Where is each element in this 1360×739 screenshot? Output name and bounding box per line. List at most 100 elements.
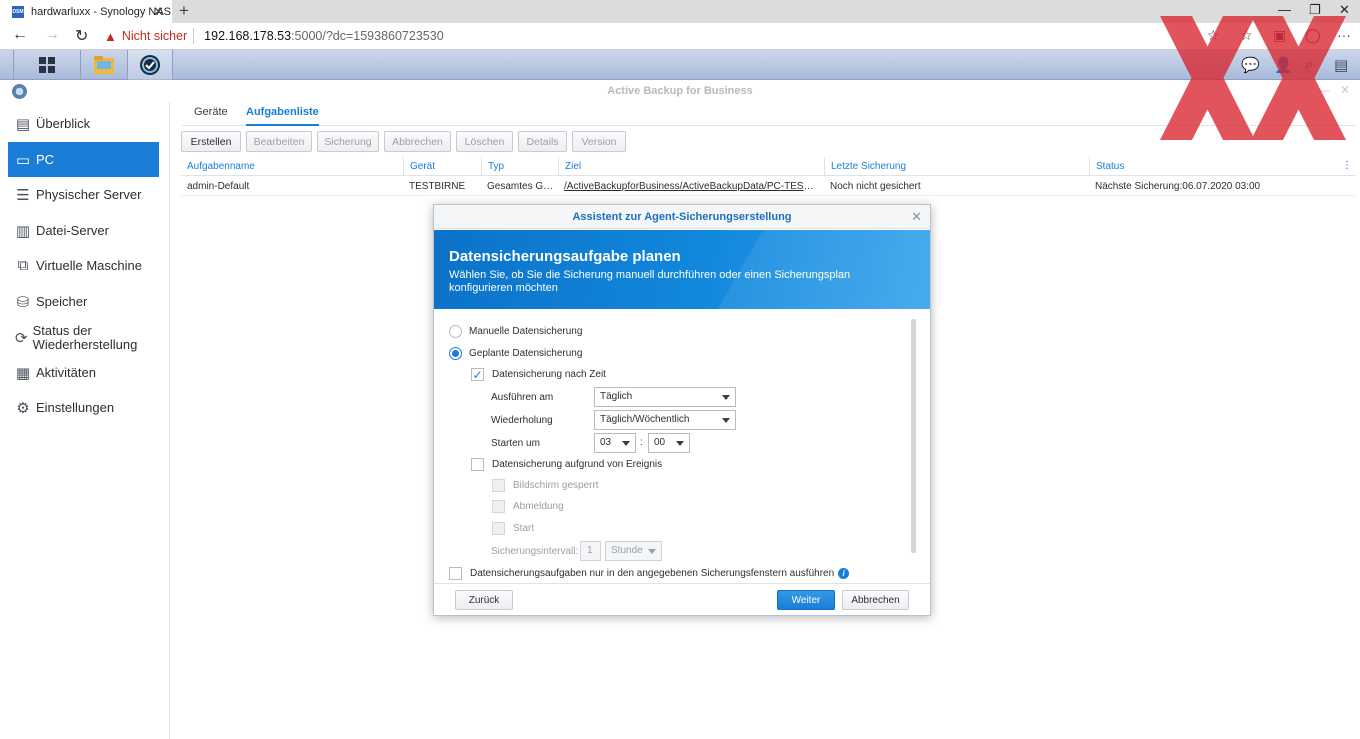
checkbox[interactable] [492,522,505,535]
close-tab-icon[interactable]: ✕ [153,4,164,20]
interval-input[interactable]: 1 [580,541,601,561]
browser-tab-title: hardwarluxx - Synology NAS [31,5,172,18]
sidebar-item-label: Virtuelle Maschine [36,257,142,273]
address-bar: ← → ↻ ▲ Nicht sicher 192.168.178.53 :500… [0,23,1360,50]
favorites-list-icon[interactable]: ☆ [1240,27,1253,44]
file-station-button[interactable] [81,50,128,80]
sidebar-item-physical-server[interactable]: ☰ Physischer Server [8,177,159,212]
start-minute-select[interactable]: 00 [648,433,690,453]
sidebar-item-overview[interactable]: ▤ Überblick [8,106,159,141]
column-last-backup[interactable]: Letzte Sicherung [824,157,1089,176]
active-backup-button[interactable] [128,50,173,80]
notifications-icon[interactable]: 💬 [1241,56,1260,74]
sidebar-item-settings[interactable]: ⚙ Einstellungen [8,390,159,425]
table-row[interactable]: admin-Default TESTBIRNE Gesamtes Ge... /… [181,177,1356,196]
profile-icon[interactable]: ◯ [1305,27,1321,44]
chevron-down-icon [648,549,656,554]
browser-tab[interactable]: DSM hardwarluxx - Synology NAS ✕ [0,0,172,23]
checkbox-backup-window[interactable]: Datensicherungsaufgaben nur in den angeg… [449,567,850,580]
checkbox-by-time-label: Datensicherung nach Zeit [492,369,606,380]
security-label: Nicht sicher [121,29,188,43]
widgets-icon[interactable]: ▤ [1334,56,1348,74]
backup-button[interactable]: Sicherung [317,131,379,152]
app-title: Active Backup for Business [607,85,753,97]
dialog-scrollbar[interactable] [911,319,916,553]
app-minimize-icon[interactable]: — [1318,83,1330,97]
search-icon[interactable]: ⌕ [1305,56,1313,73]
new-tab-icon[interactable]: + [179,1,189,21]
next-button[interactable]: Weiter [777,590,835,610]
tab-task-list[interactable]: Aufgabenliste [246,106,319,126]
back-button[interactable]: Zurück [455,590,513,610]
checkmark-icon[interactable]: ✓ [471,368,484,382]
checkbox[interactable] [449,567,462,580]
interval-unit-select[interactable]: Stunde [605,541,662,561]
cell-target-link[interactable]: /ActiveBackupforBusiness/ActiveBackupDat… [558,177,814,196]
server-icon: ☰ [16,186,30,204]
run-on-select[interactable]: Täglich [594,387,736,407]
version-button[interactable]: Version [572,131,626,152]
details-button[interactable]: Details [518,131,567,152]
checkbox[interactable] [492,500,505,513]
radio-button-selected[interactable] [449,347,462,360]
dialog-footer: Zurück Weiter Abbrechen [434,583,930,615]
restore-window-icon[interactable]: ❐ [1309,2,1321,18]
tab-devices[interactable]: Geräte [194,106,228,126]
cell-type: Gesamtes Ge... [487,181,557,192]
column-target[interactable]: Ziel [558,157,824,176]
app-close-icon[interactable]: ✕ [1340,83,1350,97]
checkbox-logout[interactable]: Abmeldung [492,500,564,513]
dsm-taskbar: 💬 👤 ⌕ ▤ [0,50,1360,80]
back-arrow-icon[interactable]: ← [12,26,28,44]
sidebar-item-virtual-machine[interactable]: ⧉ Virtuelle Maschine [8,248,159,283]
dialog-close-icon[interactable]: ✕ [911,209,922,225]
reload-icon[interactable]: ↻ [75,26,88,46]
create-button[interactable]: Erstellen [181,131,241,152]
chevron-down-icon [722,418,730,423]
sidebar-item-pc[interactable]: ▭ PC [8,142,159,177]
user-icon[interactable]: 👤 [1274,56,1293,74]
column-task-name[interactable]: Aufgabenname [181,157,402,176]
interval-label: Sicherungsintervall: [491,546,579,557]
collections-icon[interactable]: ▣ [1273,27,1286,44]
checkbox-backup-by-event[interactable]: Datensicherung aufgrund von Ereignis [471,458,662,471]
checkbox[interactable] [492,479,505,492]
radio-scheduled-backup[interactable]: Geplante Datensicherung [449,347,582,360]
content-tabs: Geräte Aufgabenliste [182,102,1356,126]
delete-button[interactable]: Löschen [456,131,513,152]
column-device[interactable]: Gerät [403,157,480,176]
cancel-button[interactable]: Abbrechen [842,590,909,610]
edit-button[interactable]: Bearbeiten [246,131,312,152]
backup-window-label: Datensicherungsaufgaben nur in den angeg… [470,568,835,579]
more-menu-icon[interactable]: ··· [1337,27,1351,43]
table-header: Aufgabenname Gerät Typ Ziel Letzte Siche… [181,157,1356,176]
forward-arrow-icon[interactable]: → [44,26,60,44]
main-menu-button[interactable] [14,50,81,80]
checkbox[interactable] [471,458,484,471]
repeat-select[interactable]: Täglich/Wöchentlich [594,410,736,430]
sidebar-item-restore-status[interactable]: ⟳ Status der Wiederherstellung [8,320,159,356]
url-separator [193,28,195,44]
close-window-icon[interactable]: ✕ [1339,2,1350,18]
radio-scheduled-label: Geplante Datensicherung [469,348,583,359]
start-hour-select[interactable]: 03 [594,433,636,453]
cell-last-backup: Noch nicht gesichert [830,181,921,192]
checkbox-start[interactable]: Start [492,522,534,535]
radio-button[interactable] [449,325,462,338]
url-field[interactable]: ▲ Nicht sicher 192.168.178.53 :5000/?dc=… [104,23,444,49]
sidebar-item-storage[interactable]: ⛁ Speicher [8,284,159,319]
column-status[interactable]: Status [1089,157,1339,176]
radio-manual-backup[interactable]: Manuelle Datensicherung [449,325,582,338]
column-type[interactable]: Typ [481,157,557,176]
info-icon[interactable]: i [838,568,850,579]
checkbox-screen-locked[interactable]: Bildschirm gesperrt [492,479,599,492]
favorite-star-icon[interactable]: ☆ [1207,27,1220,44]
column-menu-icon[interactable]: ⋮ [1342,160,1352,171]
sidebar-item-activities[interactable]: ▦ Aktivitäten [8,355,159,390]
minimize-window-icon[interactable]: — [1278,2,1291,17]
cancel-task-button[interactable]: Abbrechen [384,131,451,152]
sidebar-item-file-server[interactable]: ▥ Datei-Server [8,213,159,248]
dialog-title: Assistent zur Agent-Sicherungserstellung [434,205,930,229]
checkbox-backup-by-time[interactable]: ✓ Datensicherung nach Zeit [471,368,606,382]
taskbar-edge [0,50,14,80]
